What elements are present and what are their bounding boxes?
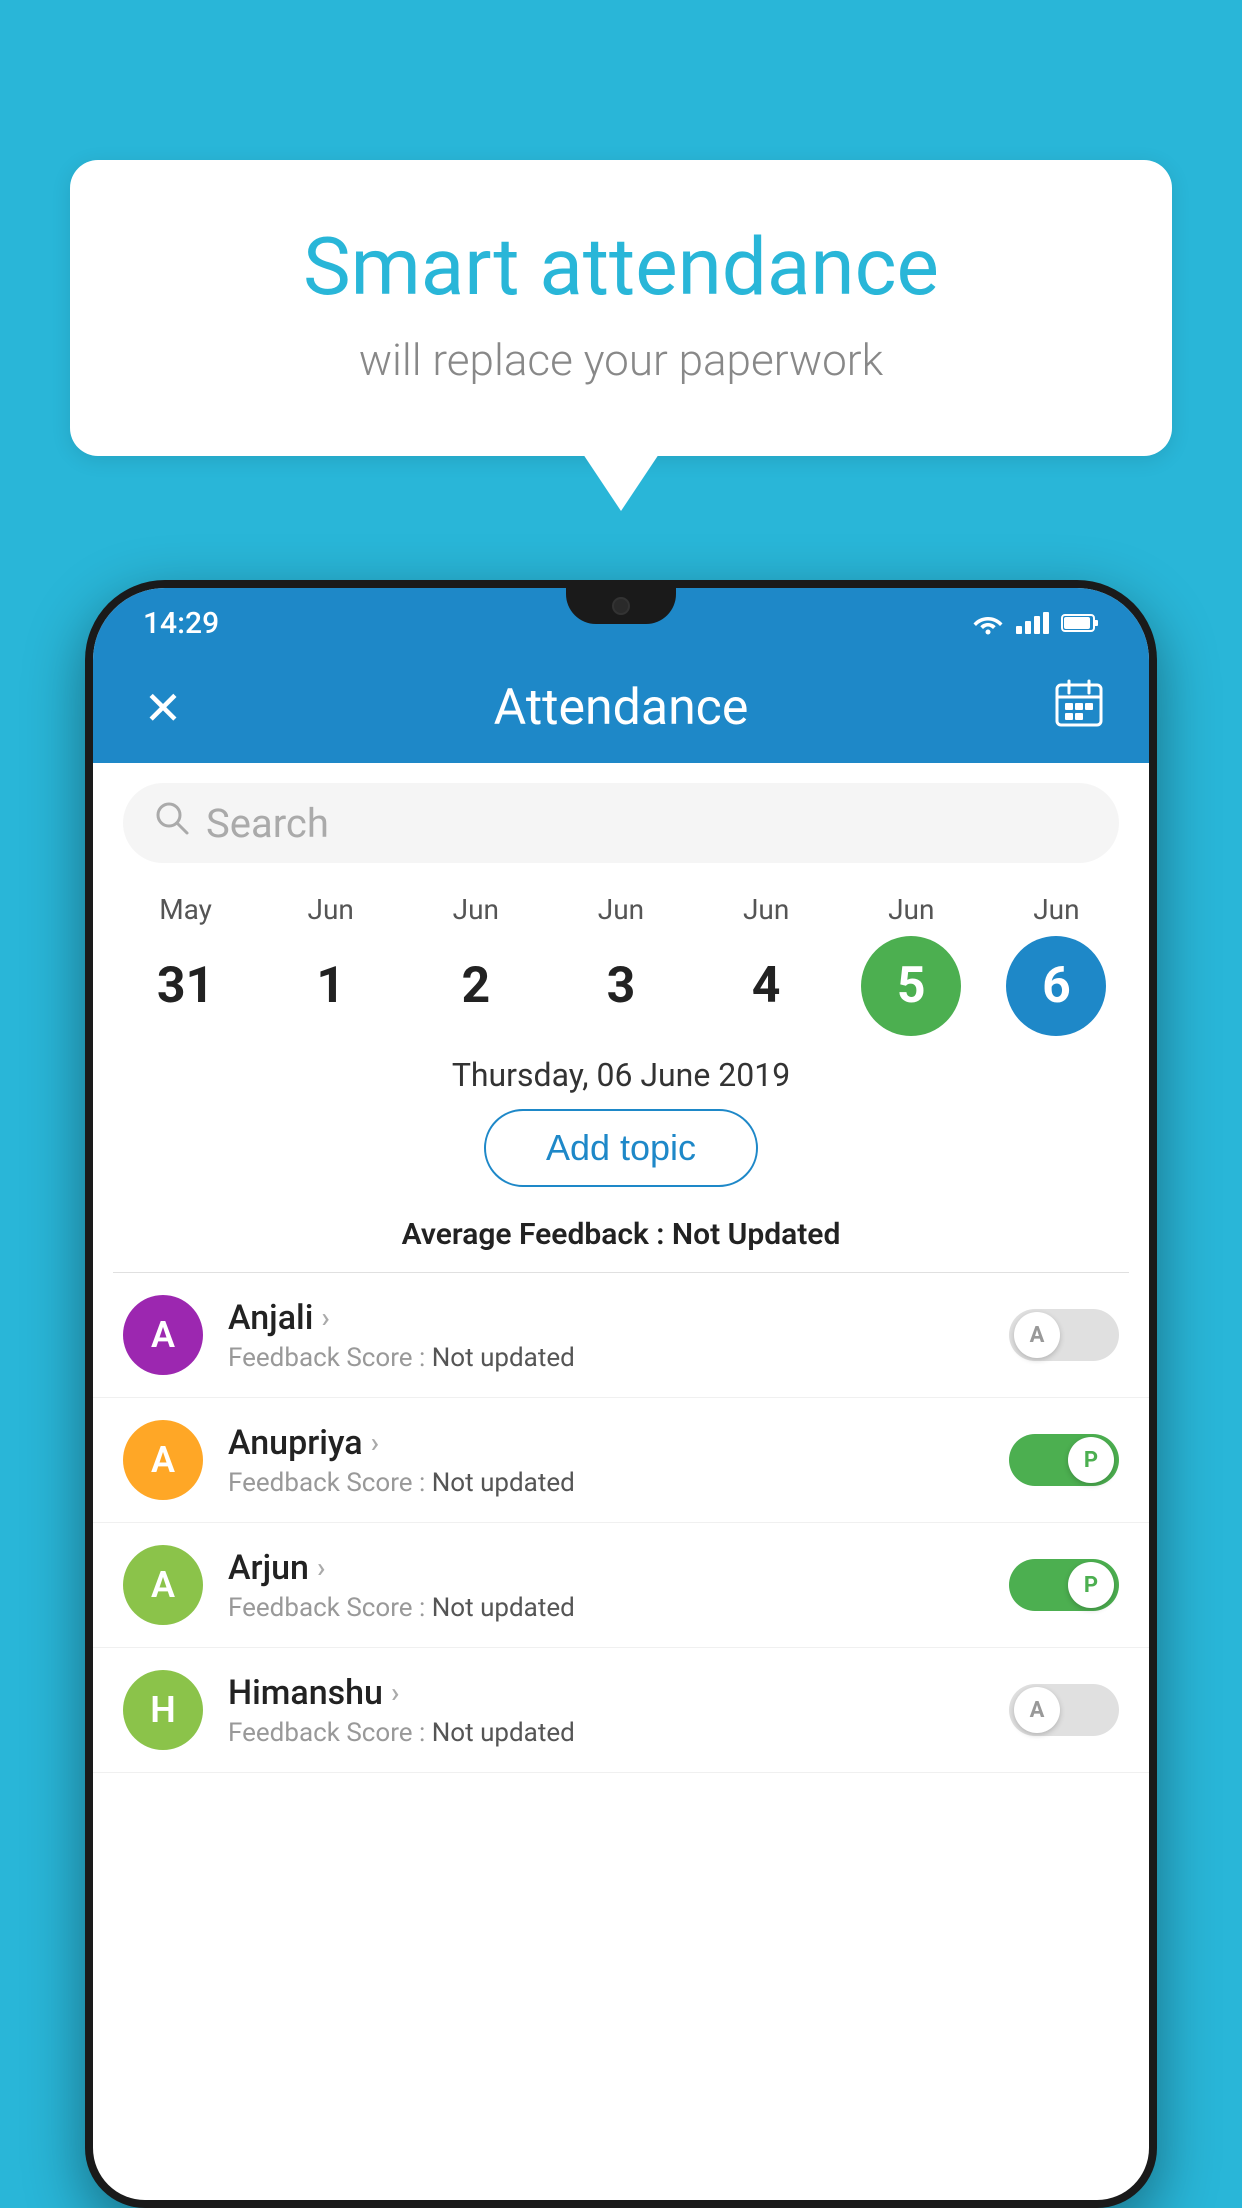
student-toggle-2[interactable]: P xyxy=(1009,1559,1119,1611)
phone-screen: 14:29 xyxy=(93,588,1149,2200)
student-feedback-0: Feedback Score : Not updated xyxy=(228,1343,984,1373)
date-day-1: 1 xyxy=(281,936,381,1036)
date-item-3[interactable]: Jun 3 xyxy=(561,893,681,1036)
student-toggle-3[interactable]: A xyxy=(1009,1684,1119,1736)
student-name-1: Anupriya › xyxy=(228,1423,984,1463)
student-toggle-0[interactable]: A xyxy=(1009,1309,1119,1361)
search-icon xyxy=(153,799,191,847)
date-day-6: 6 xyxy=(1006,936,1106,1036)
speech-bubble-container: Smart attendance will replace your paper… xyxy=(70,160,1172,456)
date-month-3: Jun xyxy=(598,893,644,926)
date-day-4: 4 xyxy=(716,936,816,1036)
student-avatar-2: A xyxy=(123,1545,203,1625)
student-chevron-2: › xyxy=(317,1551,325,1584)
toggle-knob-1: P xyxy=(1068,1437,1114,1483)
date-day-5: 5 xyxy=(861,936,961,1036)
camera-dot xyxy=(612,597,630,615)
date-item-5[interactable]: Jun 5 xyxy=(851,893,971,1036)
student-chevron-0: › xyxy=(321,1301,329,1334)
date-item-1[interactable]: Jun 1 xyxy=(271,893,391,1036)
toggle-knob-0: A xyxy=(1014,1312,1060,1358)
signal-icon xyxy=(1016,612,1049,634)
student-row-0[interactable]: A Anjali › Feedback Score : Not updated A xyxy=(93,1273,1149,1398)
date-month-5: Jun xyxy=(888,893,934,926)
search-bar[interactable]: Search xyxy=(123,783,1119,863)
app-bar: ✕ Attendance xyxy=(93,653,1149,763)
date-day-2: 2 xyxy=(426,936,526,1036)
date-month-4: Jun xyxy=(743,893,789,926)
toggle-knob-3: A xyxy=(1014,1687,1060,1733)
phone-frame: 14:29 xyxy=(85,580,1157,2208)
status-icons xyxy=(972,611,1099,635)
student-feedback-value-0: Not updated xyxy=(432,1343,575,1373)
student-feedback-value-2: Not updated xyxy=(432,1593,575,1623)
date-item-4[interactable]: Jun 4 xyxy=(706,893,826,1036)
student-name-0: Anjali › xyxy=(228,1298,984,1338)
student-row-1[interactable]: A Anupriya › Feedback Score : Not updated P xyxy=(93,1398,1149,1523)
date-day-3: 3 xyxy=(571,936,671,1036)
add-topic-button[interactable]: Add topic xyxy=(484,1109,758,1187)
app-bar-title: Attendance xyxy=(193,679,1049,737)
date-day-0: 31 xyxy=(136,936,236,1036)
speech-bubble: Smart attendance will replace your paper… xyxy=(70,160,1172,456)
student-info-0: Anjali › Feedback Score : Not updated xyxy=(228,1298,984,1373)
date-month-6: Jun xyxy=(1033,893,1079,926)
battery-icon xyxy=(1061,613,1099,633)
calendar-icon[interactable] xyxy=(1049,677,1109,739)
search-placeholder: Search xyxy=(206,800,329,847)
selected-date-label: Thursday, 06 June 2019 xyxy=(93,1036,1149,1109)
student-feedback-3: Feedback Score : Not updated xyxy=(228,1718,984,1748)
date-month-0: May xyxy=(159,893,212,926)
avg-feedback-label: Average Feedback : xyxy=(402,1217,672,1252)
date-month-2: Jun xyxy=(453,893,499,926)
student-info-2: Arjun › Feedback Score : Not updated xyxy=(228,1548,984,1623)
bubble-subtitle: will replace your paperwork xyxy=(150,334,1092,386)
student-info-1: Anupriya › Feedback Score : Not updated xyxy=(228,1423,984,1498)
student-feedback-2: Feedback Score : Not updated xyxy=(228,1593,984,1623)
date-item-6[interactable]: Jun 6 xyxy=(996,893,1116,1036)
bubble-title: Smart attendance xyxy=(150,220,1092,314)
student-feedback-value-1: Not updated xyxy=(432,1468,575,1498)
phone-notch xyxy=(566,588,676,624)
student-avatar-3: H xyxy=(123,1670,203,1750)
student-row-3[interactable]: H Himanshu › Feedback Score : Not updated A xyxy=(93,1648,1149,1773)
student-chevron-1: › xyxy=(371,1426,379,1459)
student-name-2: Arjun › xyxy=(228,1548,984,1588)
status-time: 14:29 xyxy=(143,606,219,641)
avg-feedback-value: Not Updated xyxy=(672,1217,840,1252)
student-avatar-0: A xyxy=(123,1295,203,1375)
student-chevron-3: › xyxy=(391,1676,399,1709)
student-toggle-1[interactable]: P xyxy=(1009,1434,1119,1486)
student-name-3: Himanshu › xyxy=(228,1673,984,1713)
date-item-2[interactable]: Jun 2 xyxy=(416,893,536,1036)
student-feedback-1: Feedback Score : Not updated xyxy=(228,1468,984,1498)
date-item-0[interactable]: May 31 xyxy=(126,893,246,1036)
student-info-3: Himanshu › Feedback Score : Not updated xyxy=(228,1673,984,1748)
date-month-1: Jun xyxy=(308,893,354,926)
student-row-2[interactable]: A Arjun › Feedback Score : Not updated P xyxy=(93,1523,1149,1648)
date-strip: May 31 Jun 1 Jun 2 Jun 3 Jun 4 Jun 5 Jun 6 xyxy=(93,883,1149,1036)
wifi-icon xyxy=(972,611,1004,635)
close-icon[interactable]: ✕ xyxy=(133,681,193,736)
toggle-knob-2: P xyxy=(1068,1562,1114,1608)
student-avatar-1: A xyxy=(123,1420,203,1500)
student-feedback-value-3: Not updated xyxy=(432,1718,575,1748)
avg-feedback: Average Feedback : Not Updated xyxy=(93,1207,1149,1272)
student-list: AAnjali ›Feedback Score : Not updatedAAA… xyxy=(93,1273,1149,1773)
